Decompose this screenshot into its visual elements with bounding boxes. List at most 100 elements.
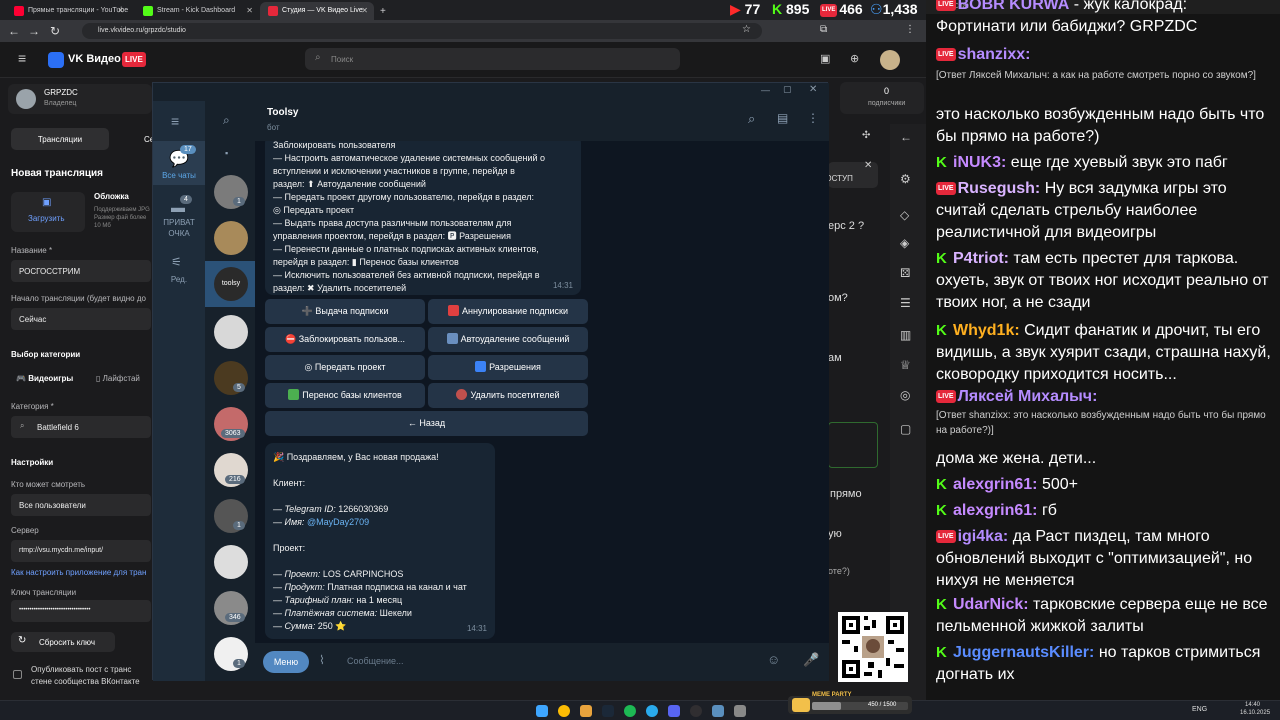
search-icon[interactable]: ⌕	[748, 111, 755, 127]
tab-streams[interactable]: Трансляции	[11, 128, 109, 150]
config-link[interactable]: Как настроить приложение для тран	[11, 568, 146, 577]
btn-auto-delete[interactable]: Автоудаление сообщений	[428, 327, 588, 352]
btn-issue-subscription[interactable]: ➕ Выдача подписки	[265, 299, 425, 324]
chat-nickname[interactable]: Rusegush:	[958, 180, 1041, 197]
title-input[interactable]: РОСГОССТРИМ	[11, 260, 151, 282]
close-icon[interactable]: ✕	[809, 84, 817, 95]
url-input[interactable]: live.vkvideo.ru/grpzdc/studio	[82, 23, 762, 39]
emoji-icon[interactable]: ☺	[767, 652, 780, 667]
star-icon[interactable]: ☆	[742, 24, 751, 35]
folder-private[interactable]: ▬ 4 ПРИВАТ ОЧКА	[153, 193, 205, 241]
spotify-icon[interactable]	[624, 705, 636, 717]
card-icon[interactable]: ▢	[900, 422, 911, 436]
chat-nickname[interactable]: JuggernautsKiller:	[953, 644, 1094, 661]
chat-icon[interactable]: ◎	[900, 388, 910, 402]
publish-checkbox[interactable]	[13, 670, 22, 679]
start-icon[interactable]	[536, 705, 548, 717]
cat-lifestyle[interactable]: ▯ Лайфстай	[96, 374, 140, 383]
chat-nickname[interactable]: iNUK3:	[953, 154, 1006, 171]
avatar[interactable]	[880, 50, 900, 70]
close-icon[interactable]: ✕	[864, 160, 872, 171]
app-icon[interactable]	[712, 705, 724, 717]
add-icon[interactable]: ⊕	[850, 52, 859, 65]
list-item-active[interactable]: toolsy	[205, 261, 255, 307]
chat-title[interactable]: Toolsy	[267, 107, 298, 118]
microphone-icon[interactable]: 🎤	[803, 652, 819, 668]
btn-transfer-clients[interactable]: Перенос базы клиентов	[265, 383, 425, 408]
studio-icon[interactable]: ▣	[820, 52, 830, 65]
chat-nickname[interactable]: shanzixx:	[958, 46, 1031, 63]
chat-message: KiNUK3: еще где хуевый звук это пабг	[936, 152, 1276, 174]
back-arrow-icon[interactable]: ←	[900, 130, 912, 144]
gear-icon[interactable]: ⚙	[900, 172, 911, 186]
gem-icon[interactable]: ◈	[900, 236, 909, 250]
archive-icon[interactable]: ▪	[225, 148, 228, 158]
hamburger-icon[interactable]: ≡	[171, 113, 179, 129]
menu-icon[interactable]: ⋮	[905, 24, 915, 35]
btn-permissions[interactable]: Разрешения	[428, 355, 588, 380]
cat-games[interactable]: 🎮 Видеоигры	[16, 374, 73, 383]
btn-block-user[interactable]: ⛔ Заблокировать пользов...	[265, 327, 425, 352]
dice-icon[interactable]: ⚄	[900, 266, 910, 280]
tab-kick[interactable]: Stream - Kick Dashboard ✕	[135, 2, 259, 20]
hamburger-icon[interactable]: ≡	[18, 50, 26, 66]
chat-nickname[interactable]: alexgrin61:	[953, 476, 1037, 493]
upload-button[interactable]: ▣ Загрузить	[11, 192, 85, 232]
message-input[interactable]: Сообщение...	[347, 656, 403, 666]
new-tab-button[interactable]: +	[378, 2, 392, 20]
discord-icon[interactable]	[668, 705, 680, 717]
obs-icon[interactable]	[690, 705, 702, 717]
tab-youtube[interactable]: Прямые трансляции - YouTube ✕	[6, 2, 130, 20]
trophy-icon[interactable]: ♕	[900, 358, 911, 372]
forward-icon[interactable]: →	[28, 24, 40, 38]
btn-transfer-project[interactable]: ◎ Передать проект	[265, 355, 425, 380]
chrome-icon[interactable]	[558, 705, 570, 717]
app-icon[interactable]	[734, 705, 746, 717]
maximize-icon[interactable]: ▢	[783, 84, 792, 95]
steam-icon[interactable]	[602, 705, 614, 717]
chat-nickname[interactable]: BOBR KURWA	[958, 0, 1070, 13]
menu-button[interactable]: Меню	[263, 651, 309, 673]
stats-icon[interactable]: ▥	[900, 328, 911, 342]
folder-edit[interactable]: ⚟ Ред.	[153, 255, 205, 289]
close-icon[interactable]: ✕	[361, 6, 368, 15]
btn-cancel-subscription[interactable]: Аннулирование подписки	[428, 299, 588, 324]
start-select[interactable]: Сейчас	[11, 308, 151, 330]
who-select[interactable]: Все пользователи	[11, 494, 151, 516]
search-icon[interactable]: ⌕	[223, 113, 230, 128]
server-input[interactable]: rtmp://vsu.mycdn.me/input/	[11, 540, 151, 562]
btn-back[interactable]: ← Назад	[265, 411, 588, 436]
back-icon[interactable]: ←	[8, 24, 20, 38]
language-indicator[interactable]: ENG	[1192, 706, 1207, 713]
diamond-icon[interactable]: ◇	[900, 208, 909, 222]
username-link[interactable]: @MayDay2709	[307, 517, 369, 527]
channel-card[interactable]: GRPZDC Владелец	[8, 84, 152, 114]
clock-time[interactable]: 14:40	[1245, 702, 1260, 708]
chat-nickname[interactable]: P4triot:	[953, 250, 1009, 267]
chat-nickname[interactable]: UdarNick:	[953, 596, 1029, 613]
clock-date[interactable]: 16.10.2025	[1240, 710, 1270, 716]
chat-nickname[interactable]: alexgrin61:	[953, 502, 1037, 519]
tab-vk-studio[interactable]: Студия — VK Видео Live ✕	[260, 2, 374, 20]
sidebar-toggle-icon[interactable]: ▤	[777, 111, 788, 125]
close-icon[interactable]: ✕	[117, 6, 124, 15]
explorer-icon[interactable]	[580, 705, 592, 717]
key-input[interactable]: ••••••••••••••••••••••••••••••••••	[11, 600, 151, 622]
minimize-icon[interactable]: —	[761, 85, 770, 95]
chat-nickname[interactable]: Whyd1k:	[953, 322, 1020, 339]
list-icon[interactable]: ☰	[900, 296, 911, 310]
more-icon[interactable]: ⋮	[807, 111, 819, 125]
attach-icon[interactable]: ⌇	[319, 653, 325, 667]
chat-nickname[interactable]: Ляксей Михалыч:	[958, 388, 1098, 405]
extensions-icon[interactable]: ⧉	[820, 24, 827, 35]
reload-icon[interactable]: ↻	[50, 24, 60, 38]
folder-all-chats[interactable]: 💬 17 Все чаты	[153, 141, 205, 185]
btn-remove-visitors[interactable]: Удалить посетителей	[428, 383, 588, 408]
telegram-icon[interactable]	[646, 705, 658, 717]
reset-key-button[interactable]: ↻ Сбросить ключ	[11, 632, 115, 652]
chat-nickname[interactable]: igi4ka:	[958, 528, 1009, 545]
category-input[interactable]: Battlefield 6	[11, 416, 151, 438]
pin-icon[interactable]: ✣	[862, 130, 870, 141]
search-input[interactable]: Поиск	[305, 48, 680, 70]
close-icon[interactable]: ✕	[246, 6, 253, 15]
